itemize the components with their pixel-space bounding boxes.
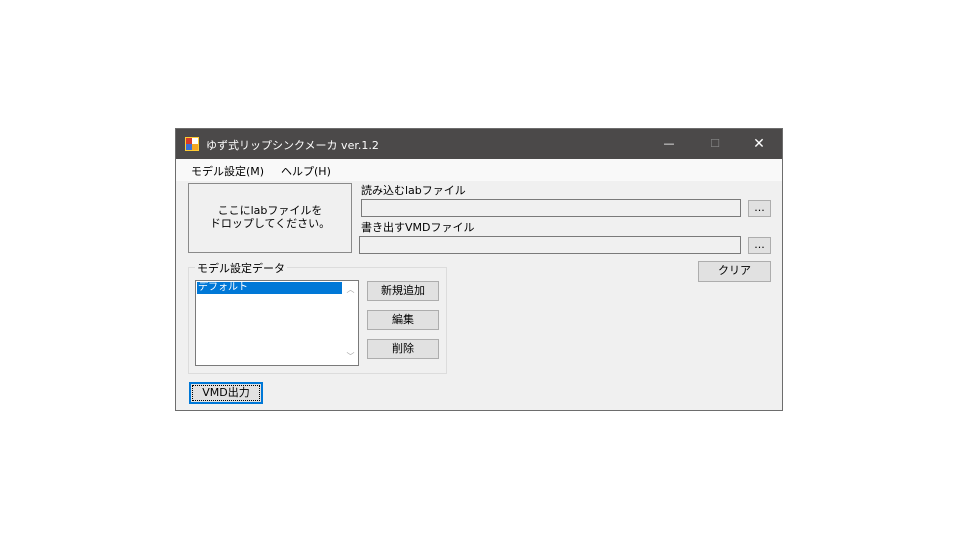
maximize-button[interactable]: ☐ — [692, 129, 738, 159]
vmd-file-label: 書き出すVMDファイル — [361, 221, 475, 234]
window-title: ゆず式リップシンクメーカ ver.1.2 — [206, 139, 379, 152]
drop-zone[interactable]: ここにlabファイルを ドロップしてください。 — [188, 183, 352, 253]
maximize-icon: ☐ — [710, 137, 720, 150]
close-icon: ✕ — [753, 136, 765, 152]
focus-rect — [192, 385, 260, 401]
clear-button[interactable]: クリア — [698, 261, 771, 282]
model-settings-group-title: モデル設定データ — [195, 260, 287, 276]
model-settings-group: モデル設定データ デフォルト ︿ ﹀ 新規追加 編集 削除 — [188, 260, 447, 374]
minimize-button[interactable]: — — [646, 129, 692, 159]
delete-button[interactable]: 削除 — [367, 339, 439, 359]
vmd-file-input[interactable] — [359, 236, 741, 254]
model-list-scrollbar[interactable]: ︿ ﹀ — [343, 281, 358, 365]
main-window: ゆず式リップシンクメーカ ver.1.2 — ☐ ✕ モデル設定(M) ヘルプ(… — [175, 128, 783, 411]
add-new-button[interactable]: 新規追加 — [367, 281, 439, 301]
drop-zone-text-line2: ドロップしてください。 — [209, 217, 331, 230]
lab-file-label: 読み込むlabファイル — [361, 184, 466, 197]
app-icon — [185, 137, 199, 151]
model-list[interactable]: デフォルト ︿ ﹀ — [195, 280, 359, 366]
menu-model-settings[interactable]: モデル設定(M) — [191, 163, 264, 179]
title-bar[interactable]: ゆず式リップシンクメーカ ver.1.2 — ☐ ✕ — [176, 129, 782, 159]
scroll-up-icon[interactable]: ︿ — [343, 284, 358, 295]
lab-file-input[interactable] — [361, 199, 741, 217]
menu-help[interactable]: ヘルプ(H) — [281, 163, 331, 179]
model-list-item[interactable]: デフォルト — [197, 282, 342, 294]
edit-button[interactable]: 編集 — [367, 310, 439, 330]
scroll-down-icon[interactable]: ﹀ — [343, 351, 358, 362]
vmd-output-button[interactable]: VMD出力 — [189, 382, 263, 404]
menu-bar: モデル設定(M) ヘルプ(H) — [176, 159, 782, 181]
close-button[interactable]: ✕ — [736, 129, 782, 159]
minimize-icon: — — [663, 137, 675, 150]
drop-zone-text-line1: ここにlabファイルを — [217, 204, 323, 217]
vmd-file-browse-button[interactable]: ... — [748, 237, 771, 254]
lab-file-browse-button[interactable]: ... — [748, 200, 771, 217]
